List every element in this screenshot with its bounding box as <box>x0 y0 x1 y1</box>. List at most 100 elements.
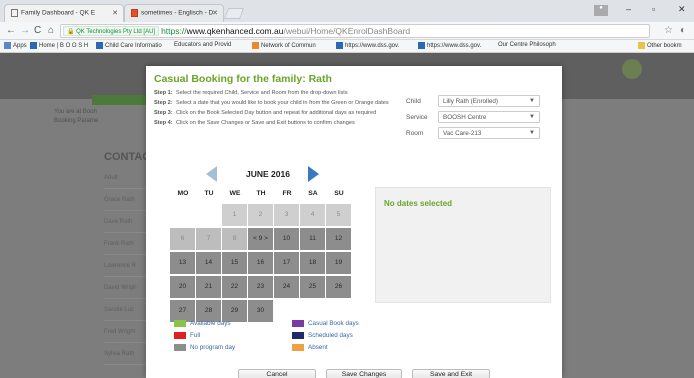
calendar-day[interactable]: 22 <box>222 276 247 298</box>
calendar-day-empty <box>326 300 351 322</box>
room-select[interactable]: Vac Care-213 ▼ <box>438 127 540 139</box>
calendar-day[interactable]: 8 <box>222 228 247 250</box>
calendar-week: 6 7 8 < 9 > 10 11 12 <box>170 228 352 251</box>
weekday-label: FR <box>282 190 292 197</box>
bookmark-home-boosh[interactable]: Home | B O O S H <box>30 42 88 49</box>
bookmark-apps[interactable]: Apps <box>4 42 27 49</box>
modal-actions: Cancel Save Changes Save and Exit <box>238 369 518 378</box>
previous-month-icon[interactable] <box>206 166 217 182</box>
calendar-day[interactable]: 24 <box>274 276 299 298</box>
calendar-day[interactable]: 14 <box>196 252 221 274</box>
calendar-day[interactable]: 13 <box>170 252 195 274</box>
weekday-label: TU <box>204 190 214 197</box>
bookmark-educators[interactable]: Educators and Provid <box>174 42 231 102</box>
url-path: /webui/Home/QKEnrolDashBoard <box>283 26 411 36</box>
calendar-day[interactable]: 11 <box>300 228 325 250</box>
calendar-day[interactable]: 17 <box>274 252 299 274</box>
calendar-month: JUNE 2016 <box>246 169 290 179</box>
site-icon <box>336 42 343 49</box>
instruction-step: Step 1: Select the required Child, Servic… <box>154 90 348 96</box>
list-item: Fred Wright <box>104 321 150 343</box>
calendar-day[interactable]: 12 <box>326 228 351 250</box>
new-tab-button[interactable] <box>223 8 245 19</box>
cancel-button[interactable]: Cancel <box>238 369 316 378</box>
child-select[interactable]: Lilly Rath (Enrolled) ▼ <box>438 95 540 107</box>
close-tab-icon[interactable]: ✕ <box>212 9 218 17</box>
child-selector-row: Child Lilly Rath (Enrolled) ▼ <box>406 94 556 110</box>
back-arrow-icon[interactable]: ← <box>6 25 16 36</box>
save-changes-button[interactable]: Save Changes <box>326 369 402 378</box>
bookmark-dss-2[interactable]: https://www.dss.gov. <box>418 42 481 49</box>
calendar-day[interactable]: 21 <box>196 276 221 298</box>
bookmark-child-care[interactable]: Child Care Informatio <box>96 42 162 49</box>
list-item: Dave Rath <box>104 211 150 233</box>
calendar-day[interactable]: 15 <box>222 252 247 274</box>
calendar-week: 13 14 15 16 17 18 19 <box>170 252 352 275</box>
bookmark-star-icon[interactable]: ☆ <box>664 25 673 36</box>
calendar-day[interactable]: 10 <box>274 228 299 250</box>
reload-icon[interactable]: C <box>34 25 41 36</box>
calendar-day[interactable]: 19 <box>326 252 351 274</box>
legend-swatch <box>174 320 186 327</box>
instructions: Step 1: Select the required Child, Servic… <box>154 89 394 129</box>
close-window-icon[interactable]: ✕ <box>678 4 686 15</box>
legend-swatch <box>174 332 186 339</box>
calendar-day[interactable]: 20 <box>170 276 195 298</box>
bookmark-other[interactable]: Other bookm <box>638 42 682 49</box>
url-input[interactable]: 🔒 QK Technologies Pty Ltd [AU] https://ww… <box>60 24 650 38</box>
browser-tab-bar: Family Dashboard - QK E ✕ sometimes - En… <box>0 0 694 22</box>
calendar-day[interactable]: 26 <box>326 276 351 298</box>
forward-arrow-icon[interactable]: → <box>20 25 30 36</box>
calendar-day[interactable]: 23 <box>248 276 273 298</box>
list-item: Adult <box>104 167 150 189</box>
calendar-day[interactable]: 29 <box>222 300 247 322</box>
url-host: www.qkenhanced.com.au <box>186 26 284 36</box>
background-nav-band <box>92 95 152 105</box>
bookmark-network[interactable]: Network of Commun <box>252 42 316 49</box>
bookmarks-bar: Apps Home | B O O S H Child Care Informa… <box>0 40 694 102</box>
extension-icon[interactable]: ◐ <box>680 25 686 36</box>
calendar-day[interactable]: 28 <box>196 300 221 322</box>
calendar-day[interactable]: 6 <box>170 228 195 250</box>
browser-tab-family-dashboard[interactable]: Family Dashboard - QK E ✕ <box>4 4 124 22</box>
service-select[interactable]: BOOSH Centre ▼ <box>438 111 540 123</box>
legend-swatch <box>174 344 186 351</box>
calendar-day[interactable]: 3 <box>274 204 299 226</box>
bookmark-dss-1[interactable]: https://www.dss.gov. <box>336 42 399 49</box>
user-profile-icon[interactable]: ● <box>594 5 608 16</box>
bookmark-philosophy[interactable]: Our Centre Philosoph <box>498 42 556 102</box>
calendar-day[interactable]: 7 <box>196 228 221 250</box>
calendar-day[interactable]: 2 <box>248 204 273 226</box>
next-month-icon[interactable] <box>308 166 319 182</box>
calendar-day[interactable]: 1 <box>222 204 247 226</box>
calendar-day[interactable]: 18 <box>300 252 325 274</box>
room-label: Room <box>406 130 424 137</box>
calendar-week: 20 21 22 23 24 25 26 <box>170 276 352 299</box>
list-item: Lawrence R <box>104 255 150 277</box>
legend-swatch <box>292 320 304 327</box>
browser-tab-translation[interactable]: sometimes - Englisch - D ✕ <box>124 4 224 22</box>
calendar-day[interactable]: 27 <box>170 300 195 322</box>
legend-swatch <box>292 332 304 339</box>
calendar-day-today[interactable]: < 9 > <box>248 228 273 250</box>
calendar-day[interactable]: 4 <box>300 204 325 226</box>
chevron-down-icon: ▼ <box>529 114 535 120</box>
selected-dates-panel: No dates selected <box>375 187 551 303</box>
home-icon[interactable]: ⌂ <box>48 25 54 36</box>
minimize-icon[interactable]: – <box>626 4 631 14</box>
calendar-day[interactable]: 25 <box>300 276 325 298</box>
child-label: Child <box>406 98 421 105</box>
save-and-exit-button[interactable]: Save and Exit <box>412 369 490 378</box>
maximize-icon[interactable]: ▫ <box>652 4 655 14</box>
secure-badge[interactable]: 🔒 QK Technologies Pty Ltd [AU] <box>63 26 160 36</box>
list-item: Frank Rath <box>104 233 150 255</box>
weekday-label: TH <box>256 190 266 197</box>
calendar-week: 1 2 3 4 5 <box>170 204 352 227</box>
calendar-day[interactable]: 5 <box>326 204 351 226</box>
calendar-day[interactable]: 16 <box>248 252 273 274</box>
list-item: Sandie Luc <box>104 299 150 321</box>
close-tab-icon[interactable]: ✕ <box>112 9 118 17</box>
calendar-day[interactable]: 30 <box>248 300 273 322</box>
weekday-label: MO <box>177 190 189 197</box>
contacts-list: Adult Grace Rath Dave Rath Frank Rath La… <box>104 167 150 365</box>
